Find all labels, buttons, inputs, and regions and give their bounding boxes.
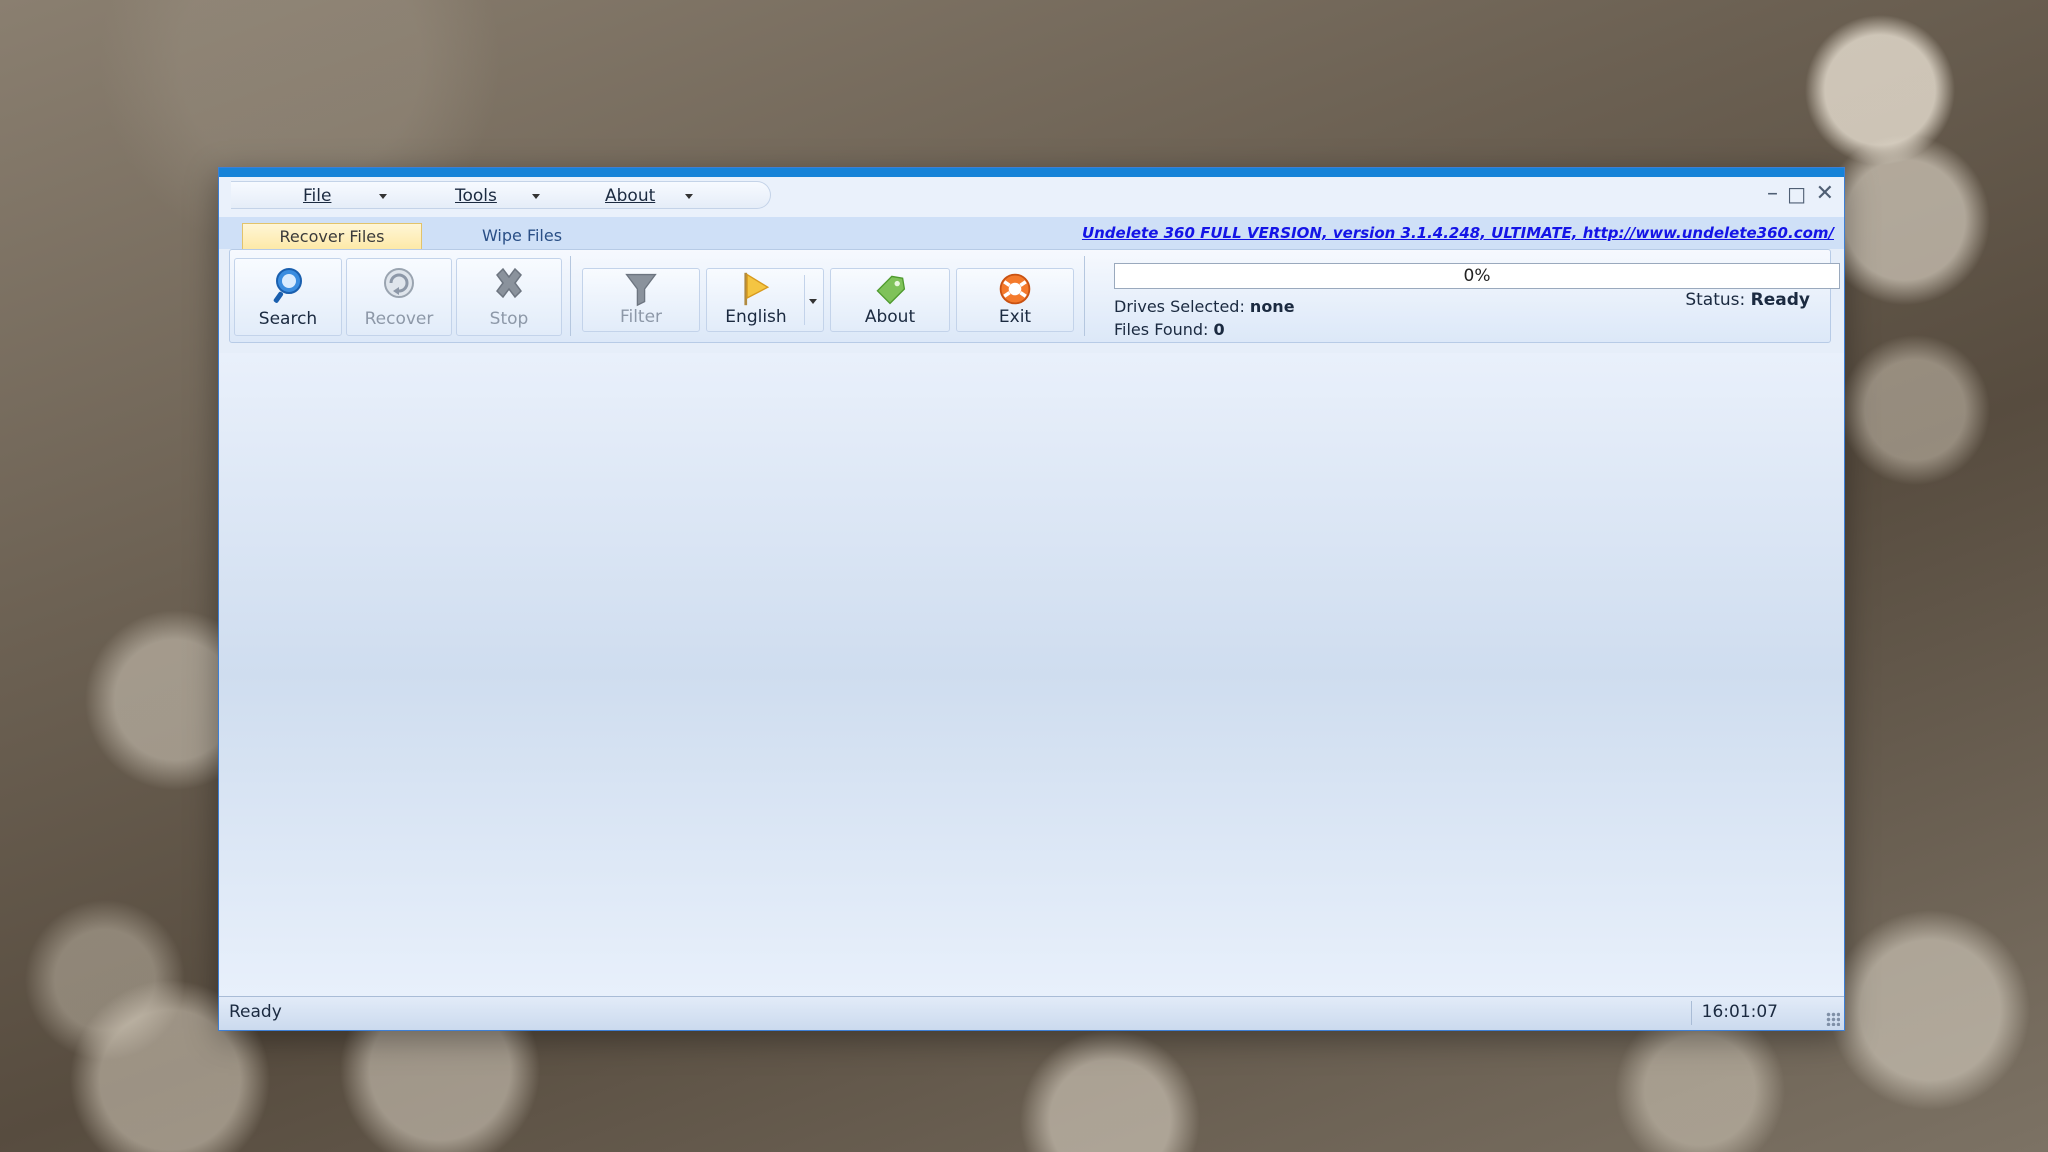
menu-about-label: About xyxy=(605,186,656,206)
close-button[interactable]: ✕ xyxy=(1816,179,1834,209)
progress-label: 0% xyxy=(1463,266,1491,286)
about-button[interactable]: About xyxy=(830,268,950,332)
dropdown-split xyxy=(804,275,805,325)
tab-wipe-files[interactable]: Wipe Files xyxy=(447,223,597,249)
status-bar-clock: 16:01:07 xyxy=(1701,1002,1778,1022)
version-link[interactable]: Undelete 360 FULL VERSION, version 3.1.4… xyxy=(1082,224,1834,242)
exit-button[interactable]: Exit xyxy=(956,268,1074,332)
drives-selected-label: Drives Selected: xyxy=(1114,297,1245,316)
menu-about-chevron-down-icon[interactable] xyxy=(685,194,693,199)
filter-button[interactable]: Filter xyxy=(582,268,700,332)
search-button[interactable]: Search xyxy=(234,258,342,336)
resize-grip-icon[interactable] xyxy=(1826,1012,1840,1026)
flag-icon xyxy=(744,272,770,306)
menu-bar: File Tools About xyxy=(231,181,771,209)
group-separator xyxy=(1084,256,1085,336)
language-dropdown-label: English xyxy=(725,307,787,327)
filter-button-label: Filter xyxy=(619,307,663,327)
stop-button-label: Stop xyxy=(489,309,529,329)
status-bar: Ready 16:01:07 xyxy=(219,996,1844,1030)
status-label: Status: xyxy=(1685,290,1746,310)
stop-button[interactable]: Stop xyxy=(456,258,562,336)
menu-tools[interactable]: Tools xyxy=(455,186,497,206)
app-window: File Tools About – □ ✕ Recover Files Wip… xyxy=(218,167,1845,1031)
window-top-border xyxy=(219,168,1844,177)
exit-button-label: Exit xyxy=(998,307,1032,327)
minimize-button[interactable]: – xyxy=(1767,179,1778,209)
group-separator xyxy=(570,256,571,336)
status-value: Ready xyxy=(1750,290,1810,310)
status-indicator: Status: Ready xyxy=(1685,290,1810,310)
scan-progress-bar: 0% xyxy=(1114,263,1840,289)
drives-selected: Drives Selected: none xyxy=(1114,297,1295,316)
results-area[interactable] xyxy=(219,353,1844,997)
tab-strip: Recover Files Wipe Files Undelete 360 FU… xyxy=(219,217,1844,249)
tab-recover-files[interactable]: Recover Files xyxy=(242,223,422,249)
recover-button-label: Recover xyxy=(364,309,434,329)
maximize-button[interactable]: □ xyxy=(1787,179,1806,209)
chevron-down-icon[interactable] xyxy=(809,299,817,304)
menu-file-label: File xyxy=(303,186,332,206)
menu-file[interactable]: File xyxy=(303,186,331,206)
files-found: Files Found: 0 xyxy=(1114,320,1225,339)
recover-icon xyxy=(384,268,414,298)
funnel-icon xyxy=(625,273,657,307)
recover-button[interactable]: Recover xyxy=(346,258,452,336)
tag-icon xyxy=(876,275,906,305)
menu-file-chevron-down-icon[interactable] xyxy=(379,194,387,199)
menu-tools-label: Tools xyxy=(455,186,497,206)
exit-lifebuoy-icon xyxy=(999,273,1031,305)
files-found-value: 0 xyxy=(1213,320,1225,339)
menu-tools-chevron-down-icon[interactable] xyxy=(532,194,540,199)
drives-selected-value: none xyxy=(1249,297,1295,316)
search-icon xyxy=(273,268,302,303)
about-button-label: About xyxy=(864,307,916,327)
title-bar: File Tools About – □ ✕ xyxy=(219,177,1844,217)
language-dropdown[interactable]: English xyxy=(706,268,824,332)
search-button-label: Search xyxy=(258,309,318,329)
ribbon-toolbar: Search Recover Stop Filter English About… xyxy=(229,249,1840,343)
status-bar-text: Ready xyxy=(229,1002,282,1022)
stop-x-icon xyxy=(496,267,522,299)
menu-about[interactable]: About xyxy=(605,186,655,206)
files-found-label: Files Found: xyxy=(1114,320,1209,339)
status-bar-separator xyxy=(1691,1001,1692,1025)
